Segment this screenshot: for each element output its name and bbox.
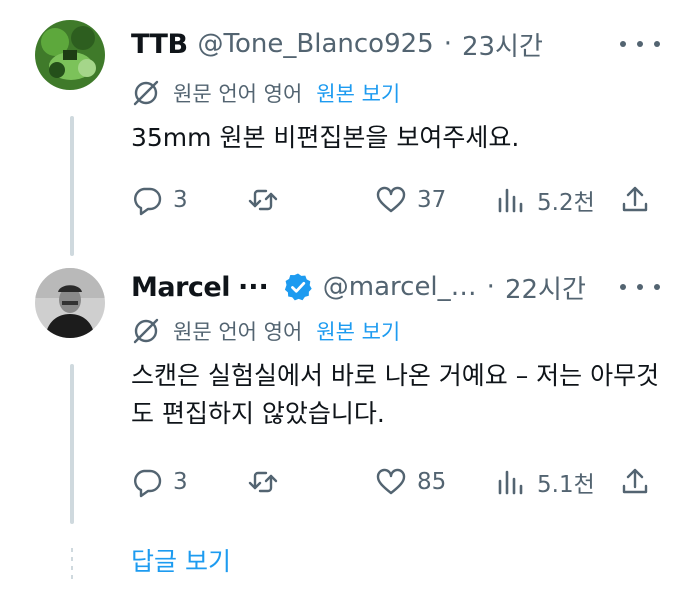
like-icon (376, 186, 406, 213)
translation-note: 원문 언어 영어 원본 보기 (131, 76, 400, 110)
reply-count: 3 (173, 187, 188, 213)
handle[interactable]: @marcel_… (323, 272, 477, 302)
more-icon[interactable] (620, 30, 660, 58)
translate-icon (133, 318, 159, 344)
like-count: 37 (417, 187, 447, 213)
handle[interactable]: @Tone_Blanco925 (198, 29, 434, 59)
reply-icon (134, 469, 162, 498)
like-button[interactable]: 85 (375, 462, 446, 502)
view-count: 5.1천 (537, 472, 595, 498)
avatar[interactable] (35, 20, 105, 90)
avatar[interactable] (35, 268, 105, 338)
view-count: 5.2천 (537, 190, 595, 216)
share-button[interactable] (619, 462, 651, 502)
reply-icon (134, 187, 162, 216)
thread-line (70, 364, 74, 524)
tweet-header: Marcel ··· @marcel_… · 22시간 (131, 267, 660, 307)
like-button[interactable]: 37 (375, 180, 446, 220)
views-button[interactable]: 5.1천 (495, 462, 595, 502)
reply-count: 3 (173, 469, 188, 495)
thread-continuation-dots (71, 548, 73, 582)
reply-button[interactable]: 3 (131, 180, 188, 220)
action-bar: 3 85 5.1천 (131, 462, 656, 502)
share-icon (622, 186, 648, 212)
translation-note: 원문 언어 영어 원본 보기 (131, 314, 400, 348)
share-icon (622, 468, 648, 494)
reply-button[interactable]: 3 (131, 462, 188, 502)
retweet-button[interactable] (247, 180, 289, 220)
show-replies-link[interactable]: 답글 보기 (131, 542, 231, 578)
more-icon[interactable] (620, 273, 660, 301)
tweet-header: TTB @Tone_Blanco925 · 23시간 (131, 24, 660, 64)
thread-line (70, 116, 74, 256)
share-button[interactable] (619, 180, 651, 220)
original-language-label: 원문 언어 영어 (173, 82, 303, 106)
timestamp[interactable]: 23시간 (462, 26, 543, 63)
name-truncation: ··· (237, 271, 269, 303)
action-bar: 3 37 5.2천 (131, 180, 656, 220)
separator: · (443, 29, 452, 59)
translate-icon (133, 80, 159, 106)
verified-icon[interactable] (283, 272, 313, 302)
show-original-link[interactable]: 원본 보기 (316, 316, 400, 346)
views-icon (498, 470, 523, 495)
separator: · (486, 272, 495, 302)
like-count: 85 (417, 469, 447, 495)
timestamp[interactable]: 22시간 (505, 269, 586, 306)
show-original-link[interactable]: 원본 보기 (316, 78, 400, 108)
tweet[interactable]: Marcel ··· @marcel_… · 22시간 원문 언어 영어 원본 … (0, 250, 690, 540)
original-language-label: 원문 언어 영어 (173, 320, 303, 344)
display-name[interactable]: TTB (131, 29, 188, 60)
tweet-text: 스캔은 실험실에서 바로 나온 거예요 – 저는 아무것도 편집하지 않았습니다… (131, 361, 660, 428)
retweet-button[interactable] (247, 462, 289, 502)
retweet-icon (248, 471, 278, 493)
retweet-icon (248, 189, 278, 211)
views-icon (498, 188, 523, 213)
views-button[interactable]: 5.2천 (495, 180, 595, 220)
like-icon (376, 468, 406, 495)
tweet[interactable]: TTB @Tone_Blanco925 · 23시간 원문 언어 영어 원본 보… (0, 0, 690, 256)
display-name[interactable]: Marcel (131, 272, 230, 303)
tweet-text: 35mm 원본 비편집본을 보여주세요. (131, 123, 520, 152)
